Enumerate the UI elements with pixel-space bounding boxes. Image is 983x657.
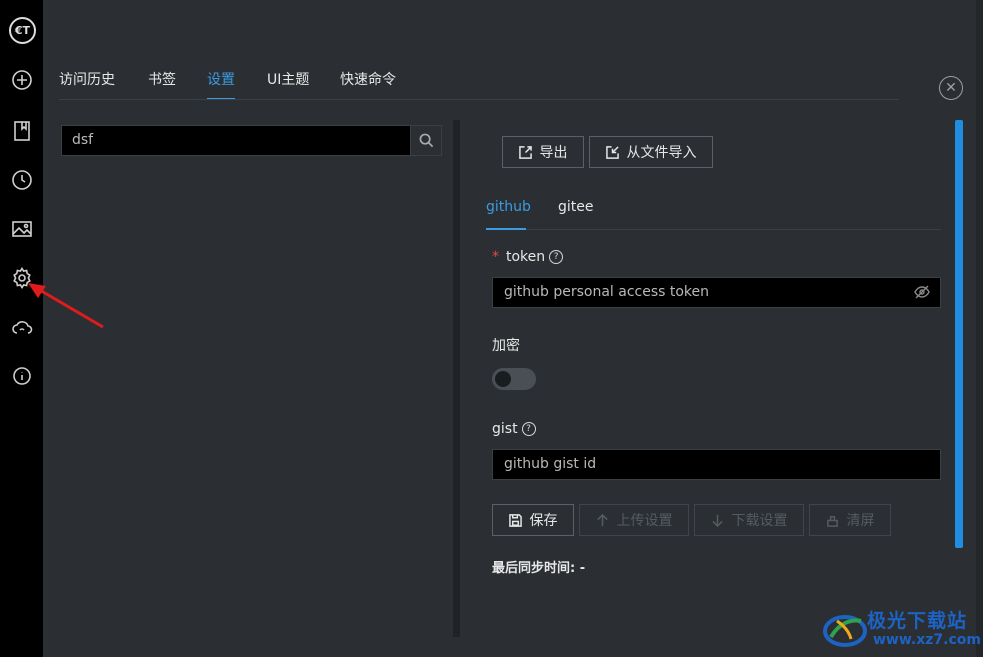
search-button[interactable] — [410, 125, 442, 156]
clear-button[interactable]: 清屏 — [809, 504, 891, 536]
close-icon[interactable]: ✕ — [939, 76, 963, 100]
token-field[interactable]: github personal access token — [492, 277, 941, 308]
export-icon — [518, 145, 532, 159]
tab-ui-theme[interactable]: UI主题 — [267, 69, 309, 89]
annotation-arrow-icon — [28, 283, 104, 329]
arrow-down-icon — [711, 514, 723, 527]
watermark-url: www.xz7.com — [873, 632, 981, 648]
export-button[interactable]: 导出 — [502, 136, 584, 168]
search-input[interactable]: dsf — [61, 125, 411, 156]
tabs-divider — [59, 99, 899, 100]
watermark: 极光下载站 www.xz7.com — [823, 605, 983, 655]
active-subtab-indicator — [486, 228, 526, 230]
save-button[interactable]: 保存 — [492, 504, 574, 536]
import-from-file-button[interactable]: 从文件导入 — [589, 136, 713, 168]
download-settings-button[interactable]: 下载设置 — [694, 504, 804, 536]
bookmark-icon[interactable] — [11, 120, 33, 142]
window-edge — [976, 0, 983, 657]
tab-bookmarks[interactable]: 书签 — [148, 69, 176, 89]
toggle-knob — [495, 371, 511, 387]
eye-off-icon[interactable] — [914, 284, 930, 300]
scrollbar-thumb[interactable] — [955, 120, 963, 548]
settings-tabs: 访问历史 书签 设置 UI主题 快速命令 — [59, 56, 959, 100]
info-icon[interactable] — [11, 365, 33, 387]
panel-divider[interactable] — [453, 120, 460, 637]
clear-icon — [826, 515, 838, 527]
tab-settings[interactable]: 设置 — [207, 69, 235, 89]
tab-history[interactable]: 访问历史 — [59, 69, 115, 89]
app-logo: €T — [9, 17, 36, 44]
help-icon[interactable]: ? — [521, 422, 536, 436]
tab-quick-commands[interactable]: 快速命令 — [340, 69, 396, 89]
token-label: * token ? — [492, 249, 564, 265]
encrypt-label: 加密 — [492, 338, 520, 354]
watermark-text: 极光下载站 — [867, 610, 968, 632]
upload-settings-button[interactable]: 上传设置 — [579, 504, 689, 536]
image-icon[interactable] — [11, 218, 33, 240]
app-window: €T 访问历史 书签 设置 UI主题 快速命令 ✕ dsf 导出 从文件导入 g… — [0, 0, 983, 657]
history-icon[interactable] — [11, 169, 33, 191]
last-sync-time: 最后同步时间: - — [492, 561, 586, 576]
arrow-up-icon — [596, 513, 608, 526]
tab-github[interactable]: github — [486, 199, 531, 215]
add-icon[interactable] — [11, 69, 33, 91]
help-icon[interactable]: ? — [549, 250, 564, 264]
required-mark: * — [492, 249, 499, 265]
tab-gitee[interactable]: gitee — [558, 199, 594, 215]
watermark-logo-icon — [823, 615, 867, 647]
gist-id-field[interactable]: github gist id — [492, 449, 941, 480]
search-icon — [419, 133, 433, 148]
encrypt-toggle[interactable] — [492, 368, 536, 390]
import-icon — [605, 145, 619, 159]
save-icon — [508, 513, 522, 527]
subtabs-divider — [486, 229, 941, 230]
gist-label: gist ? — [492, 421, 536, 437]
